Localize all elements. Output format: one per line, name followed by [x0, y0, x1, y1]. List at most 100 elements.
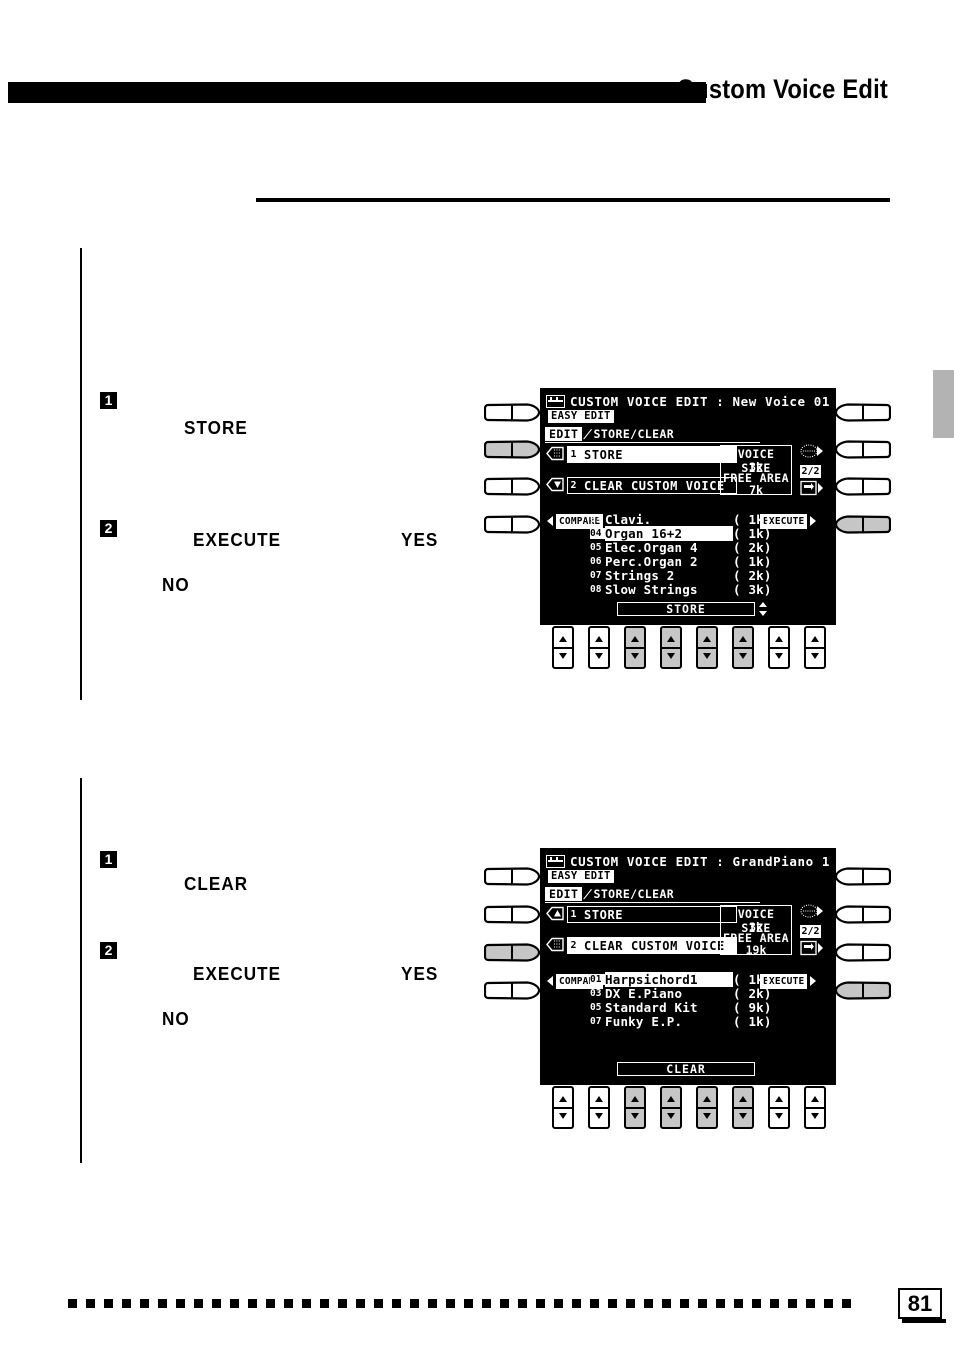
page-title: Custom Voice Edit	[676, 74, 888, 104]
lcd-bottom-action-bar[interactable]: CLEAR	[617, 1062, 755, 1076]
mesh-arrow-right-icon[interactable]	[800, 903, 824, 923]
stepper-7[interactable]	[768, 1086, 790, 1129]
voice-size: ( 2k)	[733, 540, 772, 555]
stepper-1[interactable]	[552, 1086, 574, 1129]
footer-dotted-rule	[68, 1299, 858, 1308]
panel-button-right-1[interactable]	[835, 867, 891, 886]
lcd-content: CUSTOM VOICE EDIT : New Voice 01 EASY ED…	[542, 390, 834, 623]
keyword-no: NO	[162, 1009, 190, 1029]
button-center-line	[511, 907, 513, 922]
menu-row-clear[interactable]: 2 CLEAR CUSTOM VOICE	[567, 937, 737, 954]
panel-button-right-3[interactable]	[835, 943, 891, 962]
panel-button-right-2[interactable]	[835, 905, 891, 924]
stepper-8[interactable]	[804, 626, 826, 669]
lcd-screen-clear[interactable]: CUSTOM VOICE EDIT : GrandPiano 1 EASY ED…	[540, 848, 836, 1085]
button-center-line	[511, 983, 513, 998]
tab-easy-edit[interactable]: EASY EDIT	[548, 410, 614, 423]
stepper-5[interactable]	[696, 626, 718, 669]
stepper-3[interactable]	[624, 1086, 646, 1129]
stepper-2[interactable]	[588, 626, 610, 669]
page-number-box: 81	[898, 1288, 942, 1319]
list-item[interactable]: 08 Slow Strings ( 3k)	[590, 582, 772, 597]
list-item[interactable]: 03 Clavi. ( 1k)	[590, 512, 772, 527]
stepper-7[interactable]	[768, 626, 790, 669]
panel-button-right-2[interactable]	[835, 440, 891, 459]
step-badge-2: 2	[100, 942, 117, 959]
voice-name: DX E.Piano	[605, 986, 683, 1001]
panel-button-left-2[interactable]	[484, 440, 540, 459]
menu-row-store[interactable]: 1 STORE	[567, 906, 737, 923]
list-item[interactable]: 03 DX E.Piano ( 2k)	[590, 986, 772, 1001]
free-area-value: 7k	[749, 483, 763, 497]
tab-edit[interactable]: EDIT	[545, 886, 583, 901]
list-item[interactable]: 05 Standard Kit ( 9k)	[590, 1000, 772, 1015]
stepper-6[interactable]	[732, 1086, 754, 1129]
page-number: 81	[907, 1290, 933, 1316]
panel-button-left-4[interactable]	[484, 515, 540, 534]
panel-button-right-4[interactable]	[835, 515, 891, 534]
stepper-1[interactable]	[552, 626, 574, 669]
panel-button-left-2[interactable]	[484, 905, 540, 924]
list-item[interactable]: 07 Funky E.P. ( 1k)	[590, 1014, 772, 1029]
tab-edit[interactable]: EDIT	[545, 426, 583, 441]
list-item[interactable]: 06 Perc.Organ 2 ( 1k)	[590, 554, 772, 569]
panel-button-left-4[interactable]	[484, 981, 540, 1000]
menu-row-store[interactable]: 1 STORE	[567, 446, 737, 463]
top-horizontal-rule	[256, 198, 890, 202]
menu-row-label: STORE	[584, 447, 624, 462]
button-center-line	[862, 517, 864, 532]
mesh-arrow-left-icon	[546, 446, 565, 461]
list-item[interactable]: 05 Elec.Organ 4 ( 2k)	[590, 540, 772, 555]
voice-list[interactable]: COMPARE EXECUTE 01 Harpsichord1 ( 1k) 03…	[542, 972, 834, 1060]
list-item[interactable]: 01 Harpsichord1 ( 1k)	[590, 972, 772, 987]
list-item[interactable]: 07 Strings 2 ( 2k)	[590, 568, 772, 583]
menu-row-number: 1	[568, 449, 579, 460]
panel-button-left-1[interactable]	[484, 867, 540, 886]
stepper-2[interactable]	[588, 1086, 610, 1129]
voice-name: Harpsichord1	[605, 972, 733, 987]
panel-button-right-3[interactable]	[835, 477, 891, 496]
button-center-line	[511, 442, 513, 457]
triangle-up-icon[interactable]	[546, 906, 565, 921]
section-clear: 1 CLEAR 2 EXECUTE YES NO CUSTOM VOICE ED…	[80, 778, 954, 1163]
free-area-value: 19k	[745, 943, 767, 957]
page-indicator: 2/2	[800, 465, 821, 478]
panel-button-right-4[interactable]	[835, 981, 891, 1000]
voice-size: ( 1k)	[733, 526, 772, 541]
panel-button-left-3[interactable]	[484, 477, 540, 496]
panel-button-left-3[interactable]	[484, 943, 540, 962]
lcd-right-icon-strip: 2/2	[800, 443, 824, 500]
menu-row-number: 1	[570, 909, 577, 920]
tab-easy-edit[interactable]: EASY EDIT	[548, 870, 614, 883]
stepper-4[interactable]	[660, 1086, 682, 1129]
stepper-6[interactable]	[732, 626, 754, 669]
voice-number: 03	[590, 514, 602, 525]
arrow-left-icon	[547, 516, 553, 526]
stepper-3[interactable]	[624, 626, 646, 669]
up-down-arrow-icon[interactable]	[758, 601, 768, 621]
lcd-screen-store[interactable]: CUSTOM VOICE EDIT : New Voice 01 EASY ED…	[540, 388, 836, 625]
section-left-rule	[80, 248, 82, 700]
page-turn-icon[interactable]	[800, 480, 824, 500]
page-turn-icon[interactable]	[800, 940, 824, 960]
menu-row-clear[interactable]: 2 CLEAR CUSTOM VOICE	[567, 477, 737, 494]
button-center-line	[511, 869, 513, 884]
list-item[interactable]: 04 Organ 16+2 ( 1k)	[590, 526, 772, 541]
page-indicator: 2/2	[800, 925, 821, 938]
mode-label: STORE/CLEAR	[593, 426, 675, 441]
panel-button-right-1[interactable]	[835, 403, 891, 422]
keyword-execute: EXECUTE	[193, 530, 282, 550]
stepper-5[interactable]	[696, 1086, 718, 1129]
panel-button-left-1[interactable]	[484, 403, 540, 422]
stepper-4[interactable]	[660, 626, 682, 669]
mesh-arrow-right-icon[interactable]	[800, 443, 824, 463]
voice-list[interactable]: COMPARE EXECUTE 03 Clavi. ( 1k) 04 Organ…	[542, 512, 834, 600]
voice-name: Funky E.P.	[605, 1014, 683, 1029]
button-center-line	[862, 442, 864, 457]
menu-row-number: 2	[568, 940, 579, 951]
triangle-down-icon[interactable]	[546, 477, 565, 492]
lcd-bottom-action-bar[interactable]: STORE	[617, 602, 755, 616]
stepper-8[interactable]	[804, 1086, 826, 1129]
voice-number: 05	[590, 542, 602, 553]
voice-number: 04	[590, 528, 605, 539]
